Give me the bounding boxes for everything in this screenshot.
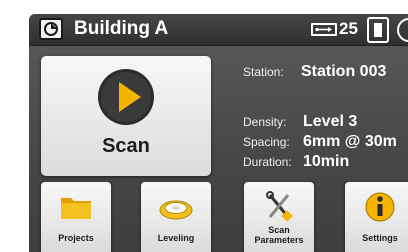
- device-screen: Building A 25 Scan Station: Station 003 D…: [29, 14, 408, 252]
- station-value: Station 003: [301, 63, 387, 80]
- projects-button[interactable]: Projects: [41, 182, 111, 252]
- scan-button[interactable]: Scan: [41, 56, 211, 176]
- file-count: 25: [339, 19, 358, 38]
- settings-label: Settings: [362, 233, 398, 243]
- tools-icon: [266, 191, 293, 222]
- scan-label: Scan: [102, 135, 150, 157]
- density-label: Density:: [243, 115, 287, 129]
- leveling-label: Leveling: [157, 233, 195, 243]
- scan-parameters-label-line2: Parameters: [254, 235, 304, 245]
- duration-value: 10min: [303, 153, 350, 170]
- spacing-value: 6mm @ 30m: [303, 133, 397, 150]
- battery-icon: [367, 17, 389, 43]
- leveling-icon: [159, 200, 193, 220]
- scan-parameters-label: Scan Parameters: [244, 225, 314, 245]
- scan-parameters-label-line1: Scan: [268, 225, 290, 235]
- spacing-row: Spacing: 6mm @ 30m: [243, 133, 397, 151]
- station-row: Station: Station 003: [243, 63, 386, 81]
- folder-icon: [61, 198, 91, 219]
- station-label: Station:: [243, 65, 284, 79]
- header-bar: Building A 25: [29, 14, 408, 46]
- density-row: Density: Level 3: [243, 113, 357, 131]
- density-value: Level 3: [303, 113, 358, 130]
- info-icon: [365, 192, 395, 222]
- settings-button[interactable]: Settings: [345, 182, 408, 252]
- duration-label: Duration:: [243, 155, 292, 169]
- projects-label: Projects: [58, 233, 94, 243]
- clock-icon[interactable]: [397, 18, 408, 42]
- scan-parameters-button[interactable]: Scan Parameters: [244, 182, 314, 252]
- spacing-label: Spacing:: [243, 135, 290, 149]
- building-scan-icon: [39, 18, 63, 40]
- leveling-button[interactable]: Leveling: [141, 182, 211, 252]
- play-icon: [98, 69, 154, 125]
- duration-row: Duration: 10min: [243, 153, 349, 171]
- usb-drive-icon: [311, 23, 337, 36]
- project-title: Building A: [74, 18, 169, 39]
